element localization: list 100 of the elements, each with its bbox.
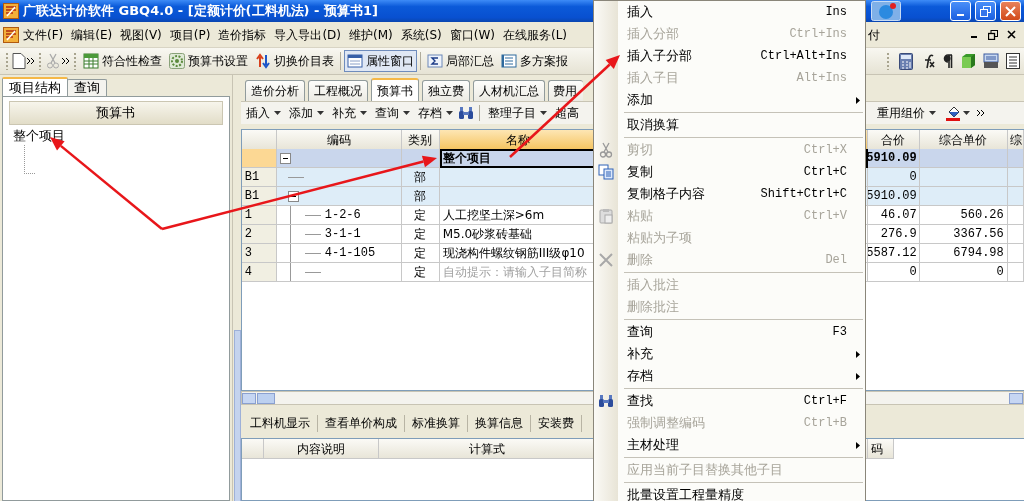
menu-item[interactable]: 批量设置工程量精度 (627, 486, 744, 501)
column-header[interactable]: 内容说明 (263, 439, 379, 459)
collapse-toggle[interactable] (287, 190, 299, 202)
binoculars-icon (598, 394, 614, 408)
menu-item[interactable]: 系统(S) (396, 24, 446, 45)
table-cell: 3-1-1 (276, 225, 402, 244)
toolbar-button[interactable]: 预算书设置 (166, 50, 251, 72)
close-button[interactable] (1000, 1, 1021, 21)
dropdown-button[interactable]: 存档 (414, 104, 456, 122)
dropdown-button[interactable]: 插入 (242, 104, 284, 122)
app-icon (3, 3, 19, 19)
table-cell (1007, 263, 1024, 282)
copy-icon (598, 164, 614, 180)
bottom-tab[interactable]: 安装费 (530, 414, 582, 432)
shortcut-label: F3 (832, 325, 847, 339)
table-cell: 5587.12 (867, 244, 920, 263)
dropdown-button[interactable]: 查询 (371, 104, 413, 122)
menu-item[interactable]: 添加 (627, 91, 653, 109)
menu-item[interactable]: 维护(M) (345, 24, 397, 45)
column-header[interactable]: 综合单价 (919, 130, 1008, 150)
chevron-icon[interactable] (977, 109, 985, 117)
window-title: 广联达计价软件 GBQ4.0 - [定额计价(工料机法) - 预算书1] (23, 2, 378, 20)
bottom-tab[interactable]: 换算信息 (467, 414, 531, 432)
toolbar-button[interactable]: 多方案报 (498, 50, 571, 72)
row-number[interactable]: 3 (241, 244, 277, 263)
table-cell (1007, 225, 1024, 244)
window-icon (347, 53, 363, 69)
row-number[interactable]: 2 (241, 225, 277, 244)
row-number[interactable]: 1 (241, 206, 277, 225)
pilcrow-icon[interactable] (943, 53, 953, 69)
bottom-tab[interactable]: 标准换算 (404, 414, 468, 432)
menu-item[interactable]: 付 (864, 24, 884, 45)
panel-tab[interactable]: 项目结构 (2, 77, 68, 96)
toolbar-button[interactable]: 属性窗口 (344, 50, 417, 72)
collapse-toggle[interactable] (279, 152, 291, 164)
sigma-icon (427, 53, 443, 69)
document-tab[interactable]: 预算书 (370, 78, 419, 101)
table-cell: 6794.98 (919, 244, 1008, 263)
table-cell: 定 (401, 225, 440, 244)
menu-item[interactable]: 主材处理 (627, 436, 679, 454)
menu-item[interactable]: 存档 (627, 367, 653, 385)
row-number[interactable]: B1 (241, 168, 277, 187)
shortcut-label: Ctrl+Ins (789, 27, 847, 41)
menu-item[interactable]: 视图(V) (116, 24, 166, 45)
restore-button[interactable] (975, 1, 996, 21)
dropdown-button[interactable]: 整理子目 (484, 104, 550, 122)
notification-icon[interactable] (871, 1, 901, 21)
column-header[interactable]: 合价 (867, 130, 920, 150)
chevron-icon[interactable] (62, 57, 70, 65)
menu-item[interactable]: 插入子分部 (627, 47, 692, 65)
menu-item[interactable]: 补充 (627, 345, 653, 363)
cube-icon[interactable] (960, 53, 976, 69)
menu-item[interactable]: 查询 (627, 323, 653, 341)
clipboard-icon (598, 208, 614, 224)
report-icon[interactable] (1006, 53, 1020, 69)
menu-item[interactable]: 导入导出(D) (270, 24, 345, 45)
document-tab[interactable]: 造价分析 (244, 80, 305, 101)
document-tab[interactable]: 独立费 (421, 80, 470, 101)
menu-item[interactable]: 复制格子内容 (627, 185, 705, 203)
minimize-button[interactable] (950, 1, 971, 21)
column-header[interactable]: 类别 (401, 130, 440, 150)
menu-item[interactable]: 造价指标 (214, 24, 271, 45)
menu-item[interactable]: 取消换算 (627, 116, 679, 134)
panel-header: 预算书 (9, 101, 223, 125)
menu-item[interactable]: 在线服务(L) (498, 24, 571, 45)
table-cell: 5910.09 (867, 149, 920, 168)
column-header[interactable]: 码 (867, 439, 894, 459)
bottom-tab[interactable]: 查看单价构成 (317, 414, 405, 432)
dropdown-button[interactable]: 添加 (285, 104, 327, 122)
toolbar-button[interactable]: 符合性检查 (80, 50, 165, 72)
panel-tab[interactable]: 查询 (67, 79, 107, 96)
dropdown-button[interactable]: 补充 (328, 104, 370, 122)
document-tab[interactable]: 费用 (547, 80, 583, 101)
table-cell: 1-2-6 (276, 206, 402, 225)
table-cell (1007, 206, 1024, 225)
document-tab[interactable]: 工程概况 (307, 80, 368, 101)
menu-item[interactable]: 项目(P) (165, 24, 215, 45)
close-icon[interactable] (1007, 29, 1016, 39)
row-number[interactable]: 4 (241, 263, 277, 282)
restore-icon[interactable] (988, 29, 998, 40)
menu-item[interactable]: 插入 (627, 3, 653, 21)
menu-item[interactable]: 编辑(E) (67, 24, 117, 45)
column-header[interactable]: 编码 (276, 130, 402, 150)
swap-arrows-icon (255, 53, 271, 69)
new-document-icon[interactable] (12, 53, 26, 69)
restore-icon (980, 5, 991, 17)
document-tab[interactable]: 人材机汇总 (472, 80, 545, 101)
scrollbar[interactable] (233, 330, 241, 501)
printer-settings-icon[interactable] (983, 53, 999, 69)
toolbar-button[interactable]: 局部汇总 (424, 50, 497, 72)
dropdown-button[interactable]: 重用组价 (874, 104, 939, 122)
menu-item[interactable]: 文件(F) (19, 24, 68, 45)
bottom-tab[interactable]: 工料机显示 (242, 414, 318, 432)
fill-color-button[interactable] (943, 105, 973, 121)
gear-icon (169, 53, 185, 69)
calculator-icon[interactable] (899, 52, 913, 70)
menu-item[interactable]: 查找 (627, 392, 653, 410)
chevron-icon[interactable] (27, 57, 35, 65)
toolbar-button[interactable]: 切换价目表 (252, 50, 337, 72)
menu-item[interactable]: 窗口(W) (445, 24, 499, 45)
